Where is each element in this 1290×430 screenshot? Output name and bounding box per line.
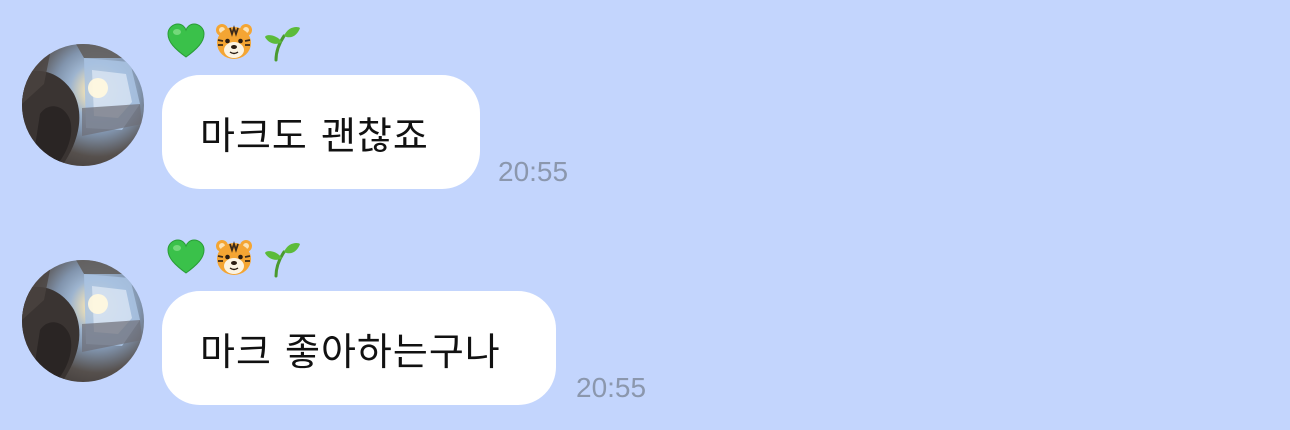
chat-message: 마크 좋아하는구나 20:55 [0,230,1290,430]
seedling-icon [265,26,300,62]
message-timestamp: 20:55 [576,372,647,403]
tiger-face-icon [216,240,252,275]
message-text: 마크도 괜찮죠 [200,113,429,158]
avatar[interactable] [22,260,144,382]
avatar-photo [22,260,144,382]
sender-name[interactable] [166,234,302,282]
seedling-icon [265,242,300,278]
message-timestamp: 20:55 [498,156,569,187]
avatar-photo [22,44,144,166]
chat-message: 마크도 괜찮죠 20:55 [0,14,1290,214]
sender-name[interactable] [166,18,302,66]
avatar[interactable] [22,44,144,166]
tiger-face-icon [216,24,252,59]
message-bubble[interactable]: 마크도 괜찮죠 [162,75,480,189]
green-heart-icon [167,23,205,58]
message-text: 마크 좋아하는구나 [200,329,501,374]
message-bubble[interactable]: 마크 좋아하는구나 [162,291,556,405]
green-heart-icon [167,239,205,274]
